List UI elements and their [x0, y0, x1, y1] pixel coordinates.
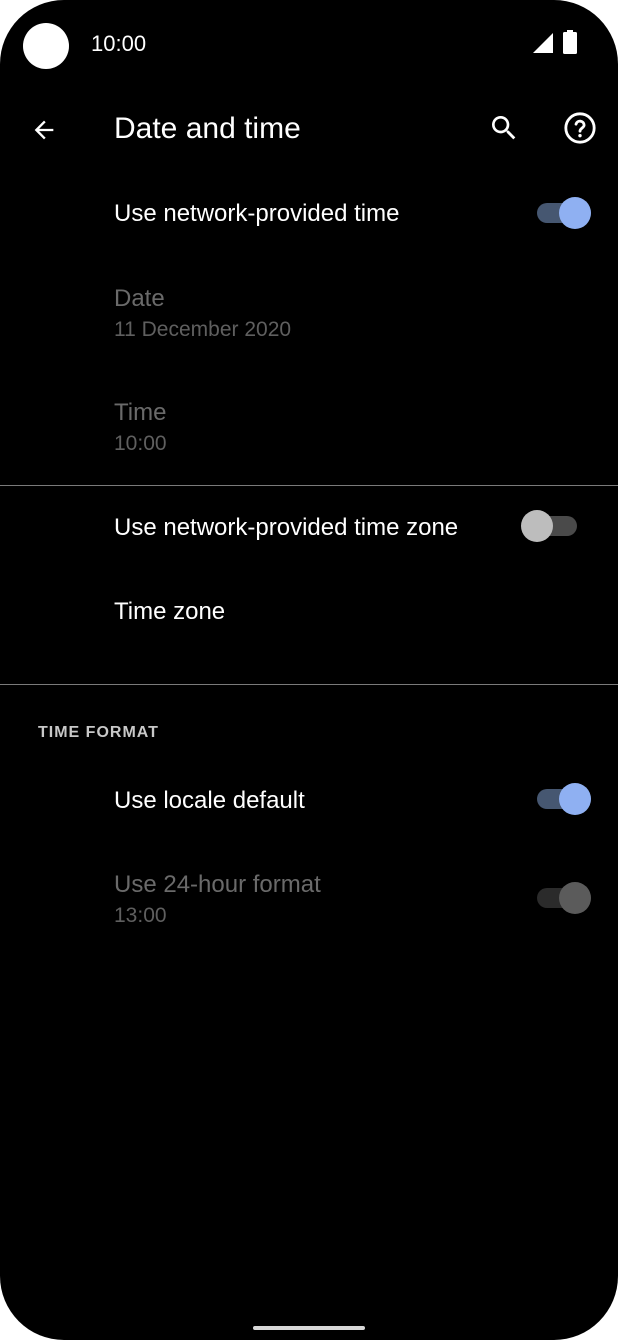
- back-arrow-icon: [34, 120, 54, 140]
- hour-format-24-row[interactable]: Use 24-hour format 13:00: [0, 856, 618, 952]
- hour-format-24-title: Use 24-hour format: [114, 871, 321, 898]
- help-icon: [564, 112, 596, 144]
- gesture-nav-handle[interactable]: [253, 1326, 365, 1330]
- network-time-title: Use network-provided time: [114, 200, 400, 227]
- locale-default-switch[interactable]: [537, 779, 591, 819]
- switch-thumb: [559, 783, 591, 815]
- network-time-row[interactable]: Use network-provided time: [0, 172, 618, 256]
- section-divider: [0, 684, 618, 685]
- app-bar: Date and time: [0, 90, 618, 170]
- time-title: Time: [114, 399, 167, 426]
- device-screen: 10:00 Date and time Use network-provided…: [0, 0, 618, 1340]
- time-row[interactable]: Time 10:00: [0, 384, 618, 480]
- help-button[interactable]: [556, 104, 604, 152]
- date-summary: 11 December 2020: [114, 318, 292, 341]
- time-zone-title: Time zone: [114, 598, 226, 625]
- status-bar: 10:00: [0, 0, 618, 90]
- network-time-switch[interactable]: [537, 193, 591, 233]
- battery-icon: [563, 30, 577, 54]
- page-title: Date and time: [114, 112, 301, 145]
- status-clock: 10:00: [91, 31, 147, 56]
- back-button[interactable]: [20, 106, 68, 154]
- switch-thumb: [521, 510, 553, 542]
- search-icon: [492, 116, 516, 140]
- search-button[interactable]: [480, 104, 528, 152]
- camera-cutout: [23, 23, 69, 69]
- time-format-header: TIME FORMAT: [38, 724, 159, 741]
- date-title: Date: [114, 285, 165, 312]
- switch-thumb: [559, 882, 591, 914]
- hour-format-24-summary: 13:00: [114, 904, 167, 927]
- network-time-zone-switch[interactable]: [521, 506, 577, 546]
- network-time-zone-row[interactable]: Use network-provided time zone: [0, 486, 618, 570]
- time-summary: 10:00: [114, 432, 167, 455]
- locale-default-row[interactable]: Use locale default: [0, 758, 618, 842]
- locale-default-title: Use locale default: [114, 787, 305, 814]
- hour-format-24-switch[interactable]: [537, 878, 591, 918]
- date-row[interactable]: Date 11 December 2020: [0, 270, 618, 366]
- signal-icon: [533, 33, 553, 53]
- network-time-zone-title: Use network-provided time zone: [114, 514, 459, 541]
- switch-thumb: [559, 197, 591, 229]
- time-zone-row[interactable]: Time zone: [0, 572, 618, 656]
